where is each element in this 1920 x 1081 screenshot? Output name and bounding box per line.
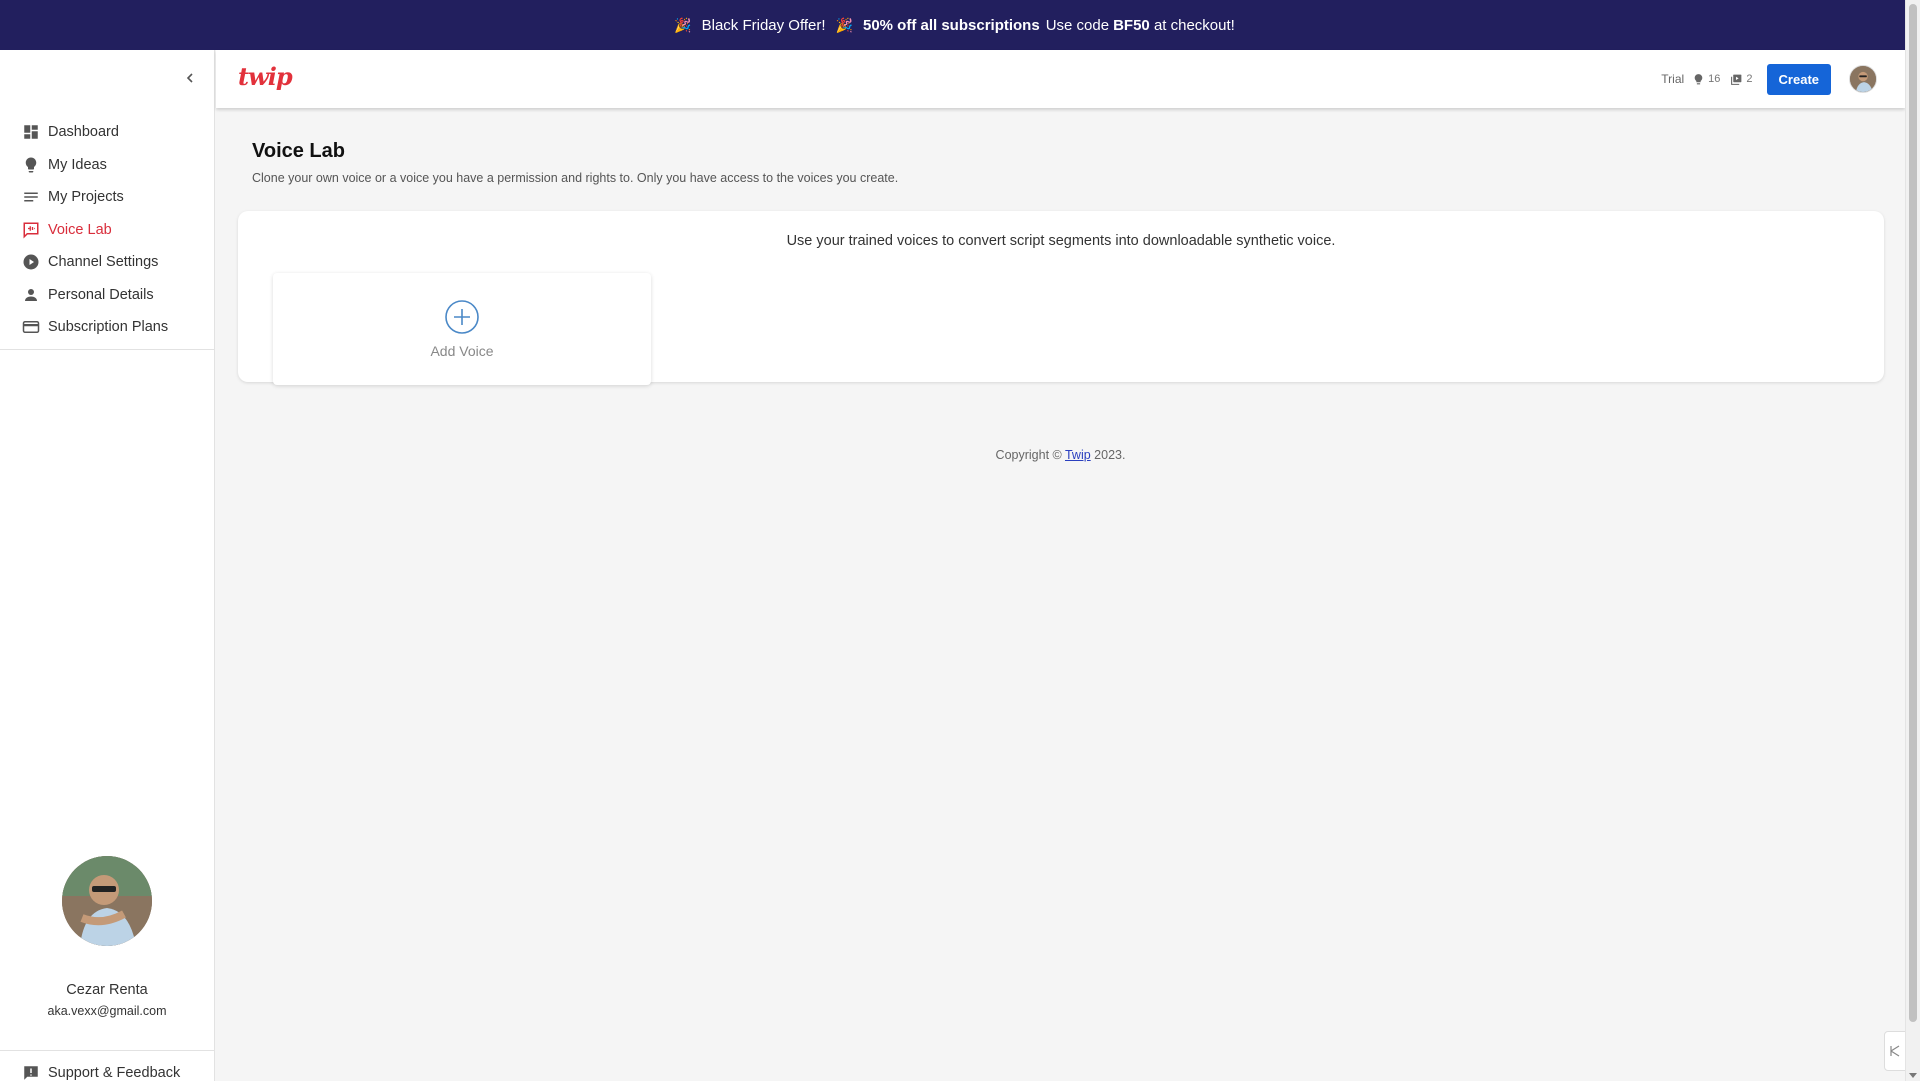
banner-code: BF50 — [1113, 16, 1150, 34]
sidebar-item-label: Channel Settings — [48, 254, 159, 271]
sidebar-item-my-projects[interactable]: My Projects — [0, 181, 214, 214]
header-actions: Trial 16 2 Create — [1661, 63, 1877, 95]
sidebar-item-label: Personal Details — [48, 286, 154, 303]
banner-code-prefix: Use code — [1045, 16, 1110, 34]
lightbulb-icon — [25, 157, 37, 173]
party-popper-icon: 🎉 — [835, 16, 853, 33]
sidebar-item-dashboard[interactable]: Dashboard — [0, 116, 214, 149]
person-icon — [25, 288, 37, 301]
add-voice-label: Add Voice — [430, 343, 494, 359]
page-title: Voice Lab — [252, 140, 345, 162]
projects-count: 2 — [1730, 73, 1753, 86]
dashboard-icon — [24, 125, 38, 139]
projects-count-value: 2 — [1746, 73, 1753, 85]
page-subtitle: Clone your own voice or a voice you have… — [252, 171, 899, 185]
lightbulb-icon — [1694, 73, 1703, 84]
create-button[interactable]: Create — [1766, 63, 1831, 95]
sidebar-item-channel-settings[interactable]: Channel Settings — [0, 246, 214, 279]
sidebar-item-label: Dashboard — [48, 124, 119, 141]
copyright-suffix: 2023. — [1094, 448, 1126, 462]
sidebar-item-label: Voice Lab — [48, 221, 112, 238]
ideas-count-value: 16 — [1708, 73, 1721, 85]
voices-card: Use your trained voices to convert scrip… — [238, 211, 1884, 385]
banner-discount: 50% off all subscriptions — [862, 16, 1040, 34]
add-circle-icon — [445, 300, 479, 334]
sidebar-item-label: Subscription Plans — [48, 319, 169, 336]
party-popper-icon: 🎉 — [674, 16, 692, 33]
list-icon — [24, 192, 38, 202]
main-content: Voice Lab Clone your own voice or a voic… — [216, 108, 1905, 1081]
voice-lab-icon — [23, 222, 39, 239]
sidebar-item-label: My Projects — [48, 189, 124, 206]
sidebar-item-voice-lab[interactable]: Voice Lab — [0, 214, 214, 247]
credit-card-icon — [22, 321, 40, 334]
avatar[interactable] — [62, 856, 152, 946]
header-avatar[interactable] — [1849, 65, 1877, 93]
top-header: twip Trial 16 2 Create — [216, 50, 1905, 108]
sidebar-nav: Dashboard My Ideas My Projects Voice Lab… — [0, 116, 214, 344]
sidebar-divider — [0, 349, 214, 350]
sidebar-item-label: My Ideas — [48, 156, 107, 173]
collapse-sidebar-button[interactable] — [180, 68, 200, 88]
footer: Copyright © Twip 2023. — [216, 448, 1905, 462]
support-label: Support & Feedback — [48, 1065, 181, 1081]
sidebar: Dashboard My Ideas My Projects Voice Lab… — [0, 50, 215, 1081]
feedback-widget[interactable] — [1884, 1031, 1906, 1071]
trial-badge: Trial — [1661, 72, 1685, 86]
twip-logo[interactable]: twip — [238, 62, 293, 91]
user-profile: Cezar Renta aka.vexx@gmail.com — [0, 856, 214, 1018]
play-circle-icon — [23, 254, 39, 270]
user-name: Cezar Renta — [66, 982, 148, 998]
sidebar-item-subscription-plans[interactable]: Subscription Plans — [0, 311, 214, 344]
support-feedback-link[interactable]: Support & Feedback — [22, 1064, 180, 1081]
scroll-down-arrow[interactable] — [1909, 1073, 1917, 1078]
support-divider — [0, 1050, 214, 1051]
chevron-left-icon — [186, 73, 193, 83]
sidebar-item-my-ideas[interactable]: My Ideas — [0, 149, 214, 182]
copyright-prefix: Copyright © — [995, 448, 1062, 462]
voices-card-description: Use your trained voices to convert scrip… — [786, 233, 1336, 249]
expand-icon — [1890, 1045, 1900, 1057]
add-voice-button[interactable]: Add Voice — [273, 273, 651, 385]
banner-offer: Black Friday Offer! — [701, 16, 826, 34]
promo-banner: 🎉 Black Friday Offer! 🎉 50% off all subs… — [0, 0, 1905, 50]
video-library-icon — [1731, 74, 1742, 85]
ideas-count: 16 — [1692, 73, 1720, 86]
feedback-icon — [24, 1066, 38, 1080]
scrollbar-thumb[interactable] — [1909, 4, 1917, 1022]
twip-link[interactable]: Twip — [1065, 448, 1091, 462]
user-email: aka.vexx@gmail.com — [47, 1004, 167, 1018]
banner-code-suffix: at checkout! — [1153, 16, 1235, 34]
sidebar-item-personal-details[interactable]: Personal Details — [0, 279, 214, 312]
page-scrollbar[interactable] — [1905, 0, 1920, 1081]
